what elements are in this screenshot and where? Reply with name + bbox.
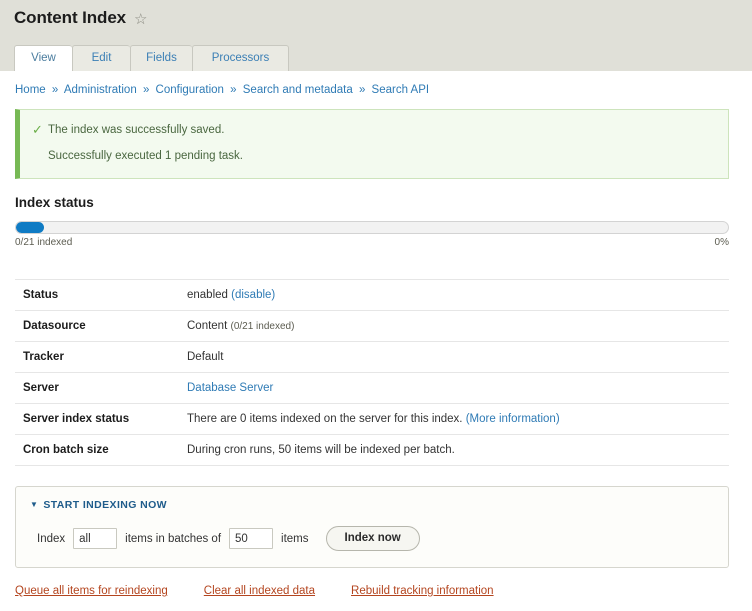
datasource-value: Content xyxy=(187,320,228,332)
row-value-server: Database Server xyxy=(187,373,729,404)
index-prefix-label: Index xyxy=(37,532,66,545)
server-index-status-text: There are 0 items indexed on the server … xyxy=(187,413,463,425)
row-label-cron-batch-size: Cron batch size xyxy=(23,444,109,456)
breadcrumb-item-search-api[interactable]: Search API xyxy=(372,84,430,96)
breadcrumb-separator: » xyxy=(358,84,366,96)
index-info-table: Status enabled (disable) Datasource Cont… xyxy=(15,279,729,466)
page-title: Content Index xyxy=(14,8,127,27)
progress-indexed-label: 0/21 indexed xyxy=(15,237,73,248)
index-count-input[interactable] xyxy=(73,528,118,549)
status-message-text: Successfully executed 1 pending task. xyxy=(48,150,243,162)
progress-fill xyxy=(16,222,45,233)
start-indexing-controls: Index items in batches of items Index no… xyxy=(30,526,714,551)
row-value-tracker: Default xyxy=(187,351,224,363)
index-suffix-label: items xyxy=(281,532,309,545)
tab-edit-label: Edit xyxy=(91,52,112,64)
row-label-status: Status xyxy=(23,289,59,301)
table-row: Server Database Server xyxy=(15,373,729,404)
tab-view-label: View xyxy=(31,52,56,64)
table-row: Cron batch size During cron runs, 50 ite… xyxy=(15,435,729,466)
tab-view[interactable]: View xyxy=(14,45,72,71)
progress-percent-label: 0% xyxy=(714,237,729,248)
index-progress: 0/21 indexed 0% xyxy=(15,221,729,248)
page-title-row: Content Index ☆ xyxy=(0,0,752,28)
status-message-line: Successfully executed 1 pending task. xyxy=(32,147,714,165)
start-indexing-fieldset: ▼ START INDEXING NOW Index items in batc… xyxy=(15,486,729,568)
progress-track xyxy=(15,221,729,234)
index-action-links: Queue all items for reindexing Clear all… xyxy=(15,585,752,597)
status-value: enabled xyxy=(187,289,228,301)
primary-tabs: View Edit Fields Processors xyxy=(14,45,289,71)
status-message: ✓ The index was successfully saved. Succ… xyxy=(15,109,729,179)
status-message-line: ✓ The index was successfully saved. xyxy=(32,121,714,139)
breadcrumb-separator: » xyxy=(142,84,150,96)
server-link[interactable]: Database Server xyxy=(187,382,273,394)
index-now-button[interactable]: Index now xyxy=(325,526,420,551)
tab-processors-label: Processors xyxy=(211,52,270,64)
row-value-server-index-status: There are 0 items indexed on the server … xyxy=(187,404,729,435)
checkmark-icon: ✓ xyxy=(32,122,43,137)
row-label-tracker: Tracker xyxy=(23,351,64,363)
row-value-status: enabled (disable) xyxy=(187,280,729,311)
start-indexing-legend-label: START INDEXING NOW xyxy=(43,499,167,511)
breadcrumb-separator: » xyxy=(230,84,237,96)
status-message-text: The index was successfully saved. xyxy=(48,124,225,136)
batch-size-input[interactable] xyxy=(229,528,274,549)
breadcrumb-item-configuration[interactable]: Configuration xyxy=(156,84,224,96)
index-middle-label: items in batches of xyxy=(125,532,222,545)
table-row: Server index status There are 0 items in… xyxy=(15,404,729,435)
rebuild-tracking-information-link[interactable]: Rebuild tracking information xyxy=(351,585,494,597)
table-row: Tracker Default xyxy=(15,342,729,373)
triangle-down-icon: ▼ xyxy=(30,500,39,509)
star-outline-icon[interactable]: ☆ xyxy=(134,12,149,27)
row-value-datasource: Content (0/21 indexed) xyxy=(187,311,729,342)
breadcrumb-item-administration[interactable]: Administration xyxy=(64,84,137,96)
row-label-server: Server xyxy=(23,382,59,394)
tab-edit[interactable]: Edit xyxy=(72,45,130,71)
datasource-indexed-note: (0/21 indexed) xyxy=(230,321,295,332)
breadcrumb-item-home[interactable]: Home xyxy=(15,84,46,96)
clear-all-indexed-data-link[interactable]: Clear all indexed data xyxy=(204,585,315,597)
progress-labels: 0/21 indexed 0% xyxy=(15,237,729,248)
tab-fields-label: Fields xyxy=(146,52,177,64)
breadcrumb-separator: » xyxy=(51,84,59,96)
disable-link[interactable]: (disable) xyxy=(231,289,275,301)
start-indexing-legend[interactable]: ▼ START INDEXING NOW xyxy=(30,499,714,511)
table-row: Status enabled (disable) xyxy=(15,279,729,311)
row-label-datasource: Datasource xyxy=(23,320,86,332)
breadcrumb: Home » Administration » Configuration » … xyxy=(0,71,752,97)
breadcrumb-item-search-and-metadata[interactable]: Search and metadata xyxy=(243,84,353,96)
tab-processors[interactable]: Processors xyxy=(192,45,289,71)
index-status-heading: Index status xyxy=(15,195,94,210)
row-label-server-index-status: Server index status xyxy=(23,413,130,425)
more-information-link[interactable]: (More information) xyxy=(466,413,560,425)
row-value-cron-batch-size: During cron runs, 50 items will be index… xyxy=(187,444,455,456)
table-row: Datasource Content (0/21 indexed) xyxy=(15,311,729,342)
tab-fields[interactable]: Fields xyxy=(130,45,192,71)
queue-all-items-for-reindexing-link[interactable]: Queue all items for reindexing xyxy=(15,585,168,597)
page-header: Content Index ☆ View Edit Fields Process… xyxy=(0,0,752,71)
